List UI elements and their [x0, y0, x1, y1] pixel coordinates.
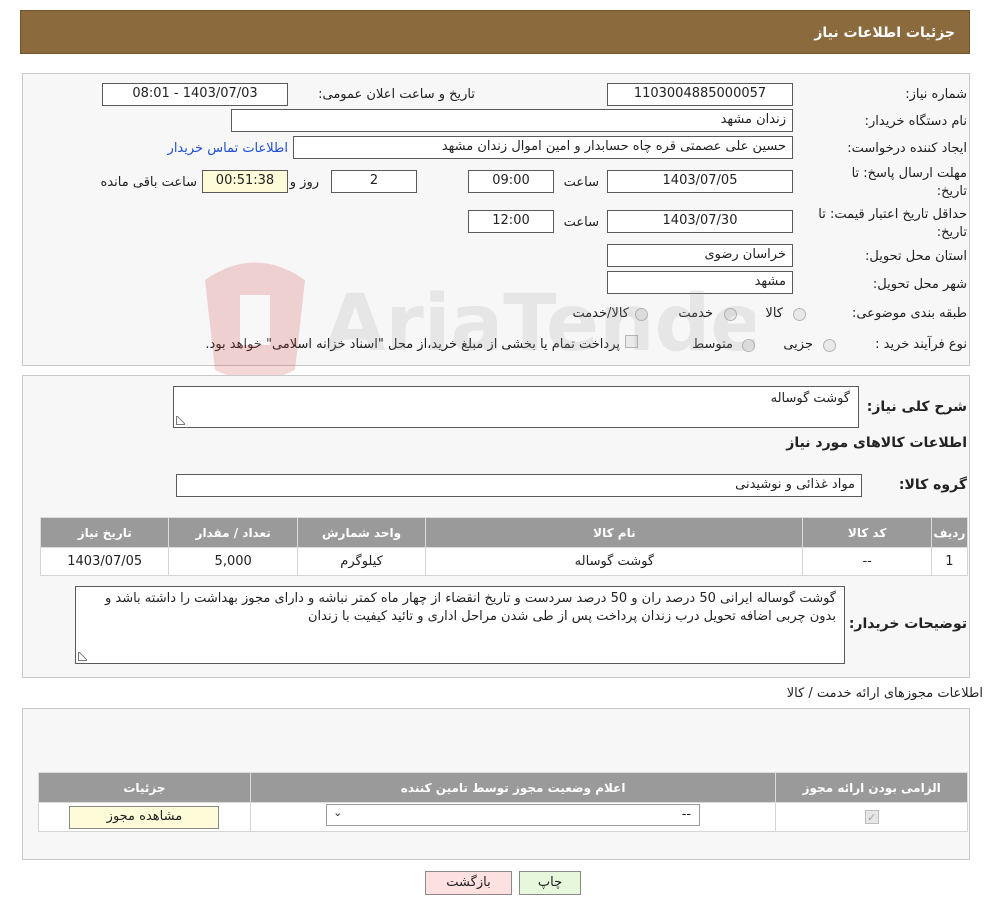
table-row: 1 -- گوشت گوساله کیلوگرم 5,000 1403/07/0… [39, 547, 969, 576]
category-label: طبقه بندی موضوعی: [851, 306, 967, 321]
goods-table-header: ردیف کد کالا نام کالا واحد شمارش تعداد /… [39, 517, 969, 548]
print-button[interactable]: چاپ [519, 871, 581, 895]
cell-name: گوشت گوساله [425, 547, 804, 576]
col-details: جزئیات [38, 772, 251, 803]
validity-label-2: تاریخ: [936, 225, 967, 240]
validity-time-field: 12:00 [468, 210, 554, 233]
process-option-minor: جزیی [783, 337, 813, 352]
process-radio-minor[interactable] [823, 339, 836, 352]
city-field: مشهد [607, 271, 793, 294]
buyer-notes-text: گوشت گوساله ایرانی 50 درصد ران و 50 درصد… [104, 591, 836, 624]
category-option-service: خدمت [678, 306, 713, 321]
chevron-down-icon: ⌄ [333, 806, 343, 819]
license-status-select[interactable]: ⌄ -- [326, 804, 701, 826]
payment-checkbox[interactable] [625, 335, 638, 348]
validity-date-field: 1403/07/30 [607, 210, 793, 233]
licenses-table-header: الزامی بودن ارائه مجوز اعلام وضعیت مجوز … [38, 772, 968, 803]
remaining-time-field: 00:51:38 [202, 170, 288, 193]
col-qty: تعداد / مقدار [168, 517, 298, 548]
deadline-date-field: 1403/07/05 [607, 170, 793, 193]
buyer-org-label: نام دستگاه خریدار: [864, 114, 967, 129]
cell-date: 1403/07/05 [39, 547, 170, 576]
col-required: الزامی بودن ارائه مجوز [775, 772, 968, 803]
col-code: کد کالا [802, 517, 932, 548]
category-option-goods: کالا [765, 306, 783, 321]
cell-row: 1 [930, 547, 969, 576]
back-button[interactable]: بازگشت [425, 871, 512, 895]
process-label: نوع فرآیند خرید : [875, 337, 967, 352]
category-radio-service[interactable] [724, 308, 737, 321]
page-header: جزئیات اطلاعات نیاز [20, 10, 970, 54]
deadline-label-2: تاریخ: [936, 184, 967, 199]
validity-label: حداقل تاریخ اعتبار قیمت: تا [818, 207, 967, 222]
contact-info-link[interactable]: اطلاعات تماس خریدار [168, 141, 288, 156]
requester-label: ایجاد کننده درخواست: [847, 141, 967, 156]
deadline-hour-label: ساعت [563, 175, 599, 190]
province-field: خراسان رضوی [607, 244, 793, 267]
process-option-medium: متوسط [692, 337, 733, 352]
licenses-table: الزامی بودن ارائه مجوز اعلام وضعیت مجوز … [38, 772, 968, 832]
licenses-title: اطلاعات مجوزهای ارائه خدمت / کالا [786, 686, 983, 701]
payment-note: پرداخت تمام یا بخشی از مبلغ خرید،از محل … [205, 337, 620, 352]
summary-text: گوشت گوساله [770, 391, 850, 406]
buyer-notes-field: گوشت گوساله ایرانی 50 درصد ران و 50 درصد… [75, 586, 845, 664]
view-license-button[interactable]: مشاهده مجوز [69, 805, 220, 829]
remaining-label: ساعت باقی مانده [100, 175, 197, 190]
announce-field: 1403/07/03 - 08:01 [102, 83, 288, 106]
province-label: استان محل تحویل: [865, 249, 967, 264]
process-radio-medium[interactable] [742, 339, 755, 352]
category-radio-goods-service[interactable] [635, 308, 648, 321]
summary-label: شرح کلی نیاز: [866, 399, 967, 415]
validity-hour-label: ساعت [563, 215, 599, 230]
required-checkbox[interactable]: ✓ [864, 809, 879, 824]
announce-label: تاریخ و ساعت اعلان عمومی: [318, 87, 475, 102]
resize-handle-icon[interactable] [78, 652, 87, 661]
license-status-value: -- [681, 807, 692, 822]
table-row: ✓ ⌄ -- مشاهده مجوز [38, 802, 968, 832]
goods-info-title: اطلاعات کالاهای مورد نیاز [786, 435, 967, 451]
resize-handle-icon[interactable] [176, 416, 185, 425]
summary-field: گوشت گوساله [173, 386, 859, 428]
deadline-time-field: 09:00 [468, 170, 554, 193]
days-field: 2 [331, 170, 417, 193]
group-field: مواد غذائی و نوشیدنی [176, 474, 862, 497]
cell-code: -- [802, 547, 932, 576]
buyer-notes-label: توضیحات خریدار: [848, 616, 967, 632]
city-label: شهر محل تحویل: [872, 277, 967, 292]
category-radio-goods[interactable] [793, 308, 806, 321]
page-title: جزئیات اطلاعات نیاز [814, 25, 955, 41]
cell-unit: کیلوگرم [296, 547, 427, 576]
col-name: نام کالا [425, 517, 804, 548]
col-row: ردیف [930, 517, 969, 548]
requester-field: حسین علی عصمتی قره چاه حسابدار و امین ام… [293, 136, 793, 159]
cell-qty: 5,000 [168, 547, 298, 576]
col-status: اعلام وضعیت مجوز توسط تامین کننده [249, 772, 777, 803]
group-label: گروه کالا: [898, 477, 967, 493]
need-number-label: شماره نیاز: [905, 87, 967, 102]
col-unit: واحد شمارش [296, 517, 427, 548]
category-option-goods-service: کالا/خدمت [572, 306, 629, 321]
need-number-field: 1103004885000057 [607, 83, 793, 106]
days-label: روز و [289, 175, 319, 190]
deadline-label: مهلت ارسال پاسخ: تا [851, 166, 967, 181]
goods-table: ردیف کد کالا نام کالا واحد شمارش تعداد /… [39, 517, 969, 576]
col-date: تاریخ نیاز [39, 517, 170, 548]
buyer-org-field: زندان مشهد [231, 109, 793, 132]
